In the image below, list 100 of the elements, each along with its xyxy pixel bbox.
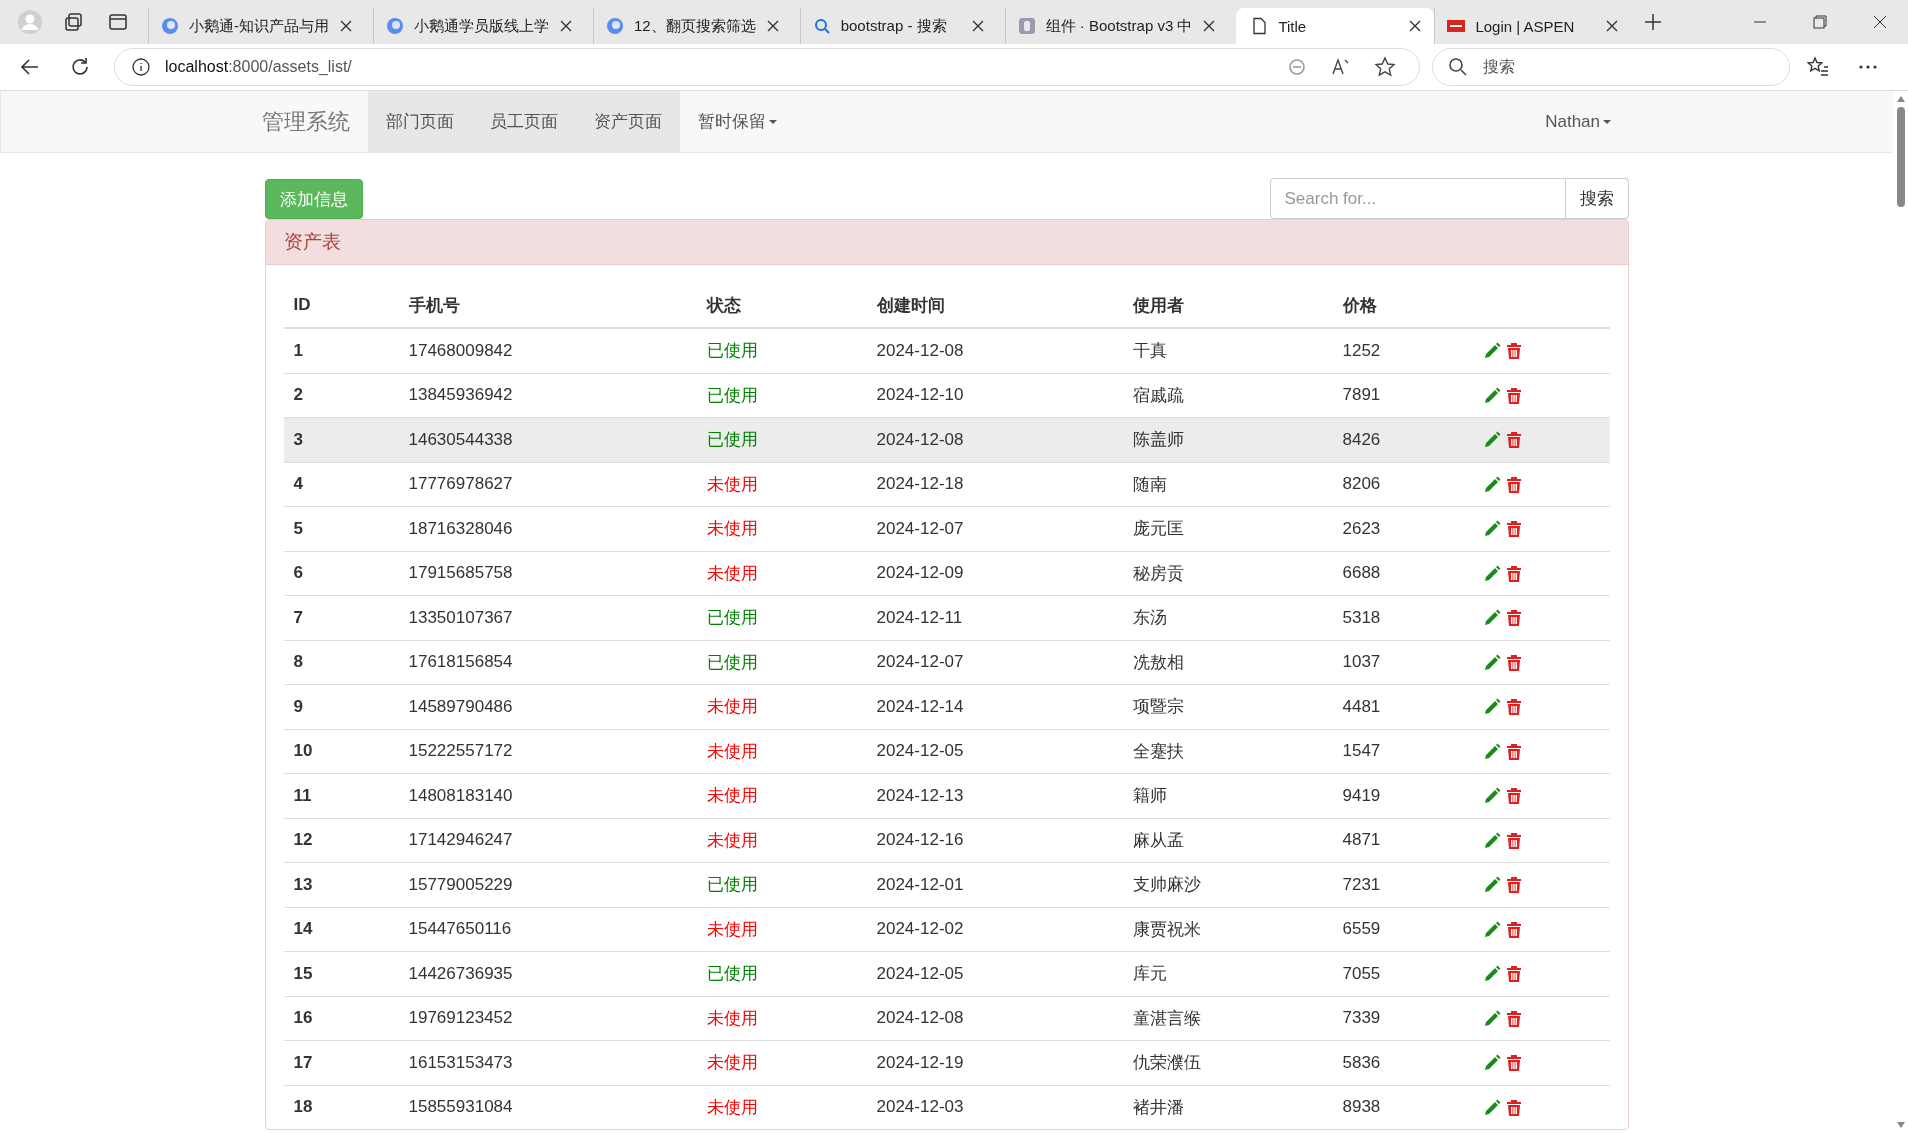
table-cell: 4481 [1342, 696, 1381, 716]
table-cell: 宿戚疏 [1132, 385, 1184, 405]
table-cell: 2024-12-07 [876, 518, 964, 538]
delete-trash-icon[interactable] [1504, 342, 1523, 361]
table-cell: 8206 [1342, 474, 1381, 494]
table-cell: 冼敖相 [1132, 652, 1184, 672]
edit-pencil-icon[interactable] [1482, 965, 1501, 984]
table-row[interactable]: 16 19769123452 未使用 2024-12-08 童湛言缑 7339 [283, 996, 1610, 1041]
close-icon[interactable] [339, 19, 353, 33]
site-logo-icon [1017, 17, 1036, 35]
edit-pencil-icon[interactable] [1482, 564, 1501, 583]
delete-trash-icon[interactable] [1504, 564, 1523, 583]
edit-pencil-icon[interactable] [1482, 431, 1501, 450]
table-row[interactable]: 3 14630544338 已使用 2024-12-08 陈盖师 8426 [283, 417, 1610, 462]
table-cell: 13350107367 [408, 607, 513, 627]
delete-trash-icon[interactable] [1504, 475, 1523, 494]
delete-trash-icon[interactable] [1504, 1098, 1523, 1117]
table-row[interactable]: 5 18716328046 未使用 2024-12-07 庞元匡 2623 [283, 506, 1610, 551]
close-icon[interactable] [559, 19, 573, 33]
browser-search-field[interactable]: 搜索 [1432, 48, 1790, 86]
edit-pencil-icon[interactable] [1482, 520, 1501, 539]
brand-link[interactable]: 管理系统 [262, 91, 368, 152]
table-row[interactable]: 11 14808183140 未使用 2024-12-13 籍师 9419 [283, 773, 1610, 818]
table-cell: 支帅麻沙 [1132, 875, 1201, 895]
edit-pencil-icon[interactable] [1482, 1009, 1501, 1028]
user-menu[interactable]: Nathan [1527, 91, 1629, 152]
delete-trash-icon[interactable] [1504, 1009, 1523, 1028]
table-row[interactable]: 15 14426736935 已使用 2024-12-05 库元 7055 [283, 951, 1610, 996]
table-cell: 童湛言缑 [1132, 1008, 1201, 1028]
edit-pencil-icon[interactable] [1482, 475, 1501, 494]
edit-pencil-icon[interactable] [1482, 1054, 1501, 1073]
edit-pencil-icon[interactable] [1482, 386, 1501, 405]
table-row[interactable]: 4 17776978627 未使用 2024-12-18 随南 8206 [283, 462, 1610, 507]
nav-link[interactable]: 资产页面 [576, 91, 680, 152]
browser-tab[interactable]: Title [1236, 8, 1435, 44]
table-row[interactable]: 12 17142946247 未使用 2024-12-16 麻从孟 4871 [283, 818, 1610, 863]
table-row[interactable]: 18 15855931084 未使用 2024-12-03 褚井潘 8938 [283, 1085, 1610, 1129]
edit-pencil-icon[interactable] [1482, 787, 1501, 806]
table-row[interactable]: 10 15222557172 未使用 2024-12-05 全蹇扶 1547 [283, 729, 1610, 774]
table-cell: 项暨宗 [1132, 697, 1184, 717]
nav-link[interactable]: 员工页面 [472, 91, 576, 152]
table-row[interactable]: 8 17618156854 已使用 2024-12-07 冼敖相 1037 [283, 640, 1610, 685]
status-text: 未使用 [706, 830, 758, 850]
edit-pencil-icon[interactable] [1482, 342, 1501, 361]
table-cell: 19769123452 [408, 1008, 513, 1028]
search-field[interactable]: Search for... [1269, 178, 1566, 219]
delete-trash-icon[interactable] [1504, 920, 1523, 939]
delete-trash-icon[interactable] [1504, 386, 1523, 405]
edit-pencil-icon[interactable] [1482, 920, 1501, 939]
edit-pencil-icon[interactable] [1482, 609, 1501, 628]
scrollbar-thumb[interactable] [1896, 107, 1905, 207]
nav-link[interactable]: 暂时保留 [680, 91, 795, 152]
table-cell: 8938 [1342, 1097, 1381, 1117]
table-cell: 麻从孟 [1132, 830, 1184, 850]
delete-trash-icon[interactable] [1504, 520, 1523, 539]
search-icon [1448, 57, 1468, 77]
delete-trash-icon[interactable] [1504, 698, 1523, 717]
scroll-down-icon[interactable] [1895, 1121, 1906, 1129]
edit-pencil-icon[interactable] [1482, 876, 1501, 895]
delete-trash-icon[interactable] [1504, 831, 1523, 850]
table-cell: 仇荣濮伍 [1132, 1053, 1201, 1073]
delete-trash-icon[interactable] [1504, 609, 1523, 628]
close-icon[interactable] [765, 19, 780, 33]
table-cell: 7891 [1342, 385, 1381, 405]
close-icon[interactable] [970, 19, 985, 33]
table-cell: 13 [293, 874, 313, 894]
edit-pencil-icon[interactable] [1482, 742, 1501, 761]
edit-pencil-icon[interactable] [1482, 831, 1501, 850]
table-cell: 籍师 [1132, 786, 1167, 806]
delete-trash-icon[interactable] [1504, 1054, 1523, 1073]
table-row[interactable]: 9 14589790486 未使用 2024-12-14 项暨宗 4481 [283, 684, 1610, 729]
delete-trash-icon[interactable] [1504, 431, 1523, 450]
table-cell: 2024-12-01 [876, 874, 964, 894]
close-icon[interactable] [1605, 19, 1620, 33]
table-cell: 2024-12-05 [876, 963, 964, 983]
delete-trash-icon[interactable] [1504, 653, 1523, 672]
scroll-up-icon[interactable] [1895, 95, 1906, 103]
table-row[interactable]: 17 16153153473 未使用 2024-12-19 仇荣濮伍 5836 [283, 1040, 1610, 1085]
edit-pencil-icon[interactable] [1482, 698, 1501, 717]
table-row[interactable]: 7 13350107367 已使用 2024-12-11 东汤 5318 [283, 595, 1610, 640]
status-text: 已使用 [706, 652, 758, 672]
delete-trash-icon[interactable] [1504, 787, 1523, 806]
search-button[interactable]: 搜索 [1565, 178, 1629, 219]
table-cell: 9 [293, 696, 303, 716]
table-row[interactable]: 6 17915685758 未使用 2024-12-09 秘房贡 6688 [283, 551, 1610, 596]
info-icon[interactable] [131, 57, 151, 77]
delete-trash-icon[interactable] [1504, 965, 1523, 984]
table-row[interactable]: 1 17468009842 已使用 2024-12-08 干真 1252 [283, 328, 1610, 373]
delete-trash-icon[interactable] [1504, 876, 1523, 895]
close-icon[interactable] [1408, 19, 1423, 33]
close-icon[interactable] [1202, 19, 1217, 33]
delete-trash-icon[interactable] [1504, 742, 1523, 761]
nav-link[interactable]: 部门页面 [368, 91, 472, 152]
edit-pencil-icon[interactable] [1482, 1098, 1501, 1117]
table-cell: 7 [293, 607, 303, 627]
table-row[interactable]: 13 15779005229 已使用 2024-12-01 支帅麻沙 7231 [283, 862, 1610, 907]
edit-pencil-icon[interactable] [1482, 653, 1501, 672]
table-row[interactable]: 2 13845936942 已使用 2024-12-10 宿戚疏 7891 [283, 373, 1610, 418]
address-field[interactable]: localhost:8000/assets_list/ [114, 48, 1420, 86]
table-row[interactable]: 14 15447650116 未使用 2024-12-02 康贾祝米 6559 [283, 907, 1610, 952]
